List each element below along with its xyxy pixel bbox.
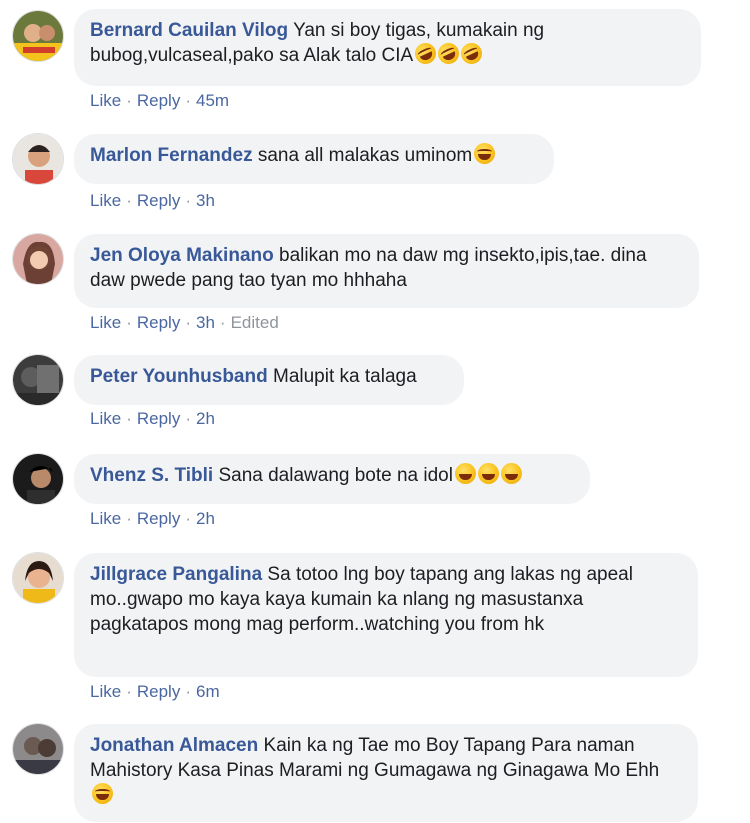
- separator: ·: [126, 191, 132, 210]
- rolling-laughing-emoji-icon: [411, 39, 440, 68]
- edited-label[interactable]: Edited: [231, 313, 279, 332]
- tears-of-joy-emoji-icon: [474, 143, 496, 164]
- avatar[interactable]: [12, 552, 64, 604]
- separator: ·: [185, 509, 191, 528]
- rolling-laughing-emoji-icon: [434, 39, 463, 68]
- comment-bubble: Marlon Fernandez sana all malakas uminom: [74, 134, 554, 184]
- avatar[interactable]: [12, 723, 64, 775]
- comment-bubble: Bernard Cauilan Vilog Yan si boy tigas, …: [74, 9, 701, 86]
- comment-author[interactable]: Peter Younhusband: [90, 366, 268, 387]
- tears-of-joy-emoji-icon: [92, 783, 113, 804]
- comment-author[interactable]: Jonathan Almacen: [90, 735, 258, 756]
- like-link[interactable]: Like: [90, 409, 121, 428]
- comment-actions: Like · Reply · 3h: [90, 191, 215, 211]
- reply-link[interactable]: Reply: [137, 409, 180, 428]
- timestamp[interactable]: 3h: [196, 191, 215, 210]
- grinning-emoji-icon: [454, 463, 476, 484]
- reply-link[interactable]: Reply: [137, 509, 180, 528]
- reply-link[interactable]: Reply: [137, 682, 180, 701]
- comment-actions: Like · Reply · 2h: [90, 409, 215, 429]
- comment-author[interactable]: Jillgrace Pangalina: [90, 564, 262, 585]
- like-link[interactable]: Like: [90, 91, 121, 110]
- comment-bubble: Peter Younhusband Malupit ka talaga: [74, 355, 464, 405]
- emoji-group: [453, 463, 522, 491]
- timestamp[interactable]: 2h: [196, 409, 215, 428]
- comment-bubble: Jen Oloya Makinano balikan mo na daw mg …: [74, 234, 699, 308]
- comment-author[interactable]: Jen Oloya Makinano: [90, 245, 274, 266]
- like-link[interactable]: Like: [90, 682, 121, 701]
- reply-link[interactable]: Reply: [137, 91, 180, 110]
- emoji-group: [90, 783, 113, 811]
- reply-link[interactable]: Reply: [137, 191, 180, 210]
- avatar[interactable]: [12, 354, 64, 406]
- avatar[interactable]: [12, 233, 64, 285]
- comment-text: sana all malakas uminom: [257, 145, 473, 166]
- grinning-emoji-icon: [477, 463, 499, 484]
- comment-actions: Like · Reply · 3h · Edited: [90, 313, 279, 333]
- grinning-emoji-icon: [500, 463, 522, 484]
- emoji-group: [411, 39, 486, 71]
- avatar[interactable]: [12, 10, 64, 62]
- comment-actions: Like · Reply · 6m: [90, 682, 220, 702]
- like-link[interactable]: Like: [90, 313, 121, 332]
- comment-actions: Like · Reply · 2h: [90, 509, 215, 529]
- separator: ·: [185, 313, 191, 332]
- separator: ·: [126, 91, 132, 110]
- separator: ·: [185, 409, 191, 428]
- comment-bubble: Jonathan Almacen Kain ka ng Tae mo Boy T…: [74, 724, 698, 822]
- separator: ·: [185, 682, 191, 701]
- comment-author[interactable]: Vhenz S. Tibli: [90, 465, 213, 486]
- comment-author[interactable]: Marlon Fernandez: [90, 145, 253, 166]
- separator: ·: [219, 313, 226, 332]
- separator: ·: [185, 91, 191, 110]
- comment-bubble: Vhenz S. Tibli Sana dalawang bote na ido…: [74, 454, 590, 504]
- timestamp[interactable]: 45m: [196, 91, 229, 110]
- rolling-laughing-emoji-icon: [457, 39, 486, 68]
- comment-bubble: Jillgrace Pangalina Sa totoo lng boy tap…: [74, 553, 698, 677]
- comment-text: Sana dalawang bote na idol: [218, 465, 453, 486]
- comment-text: Malupit ka talaga: [273, 366, 417, 387]
- reply-link[interactable]: Reply: [137, 313, 180, 332]
- like-link[interactable]: Like: [90, 509, 121, 528]
- separator: ·: [126, 682, 132, 701]
- comment-author[interactable]: Bernard Cauilan Vilog: [90, 20, 288, 41]
- separator: ·: [126, 313, 132, 332]
- separator: ·: [185, 191, 191, 210]
- emoji-group: [472, 143, 496, 171]
- timestamp[interactable]: 3h: [196, 313, 215, 332]
- avatar[interactable]: [12, 133, 64, 185]
- avatar[interactable]: [12, 453, 64, 505]
- timestamp[interactable]: 6m: [196, 682, 220, 701]
- like-link[interactable]: Like: [90, 191, 121, 210]
- comment-actions: Like · Reply · 45m: [90, 91, 229, 111]
- separator: ·: [126, 509, 132, 528]
- timestamp[interactable]: 2h: [196, 509, 215, 528]
- separator: ·: [126, 409, 132, 428]
